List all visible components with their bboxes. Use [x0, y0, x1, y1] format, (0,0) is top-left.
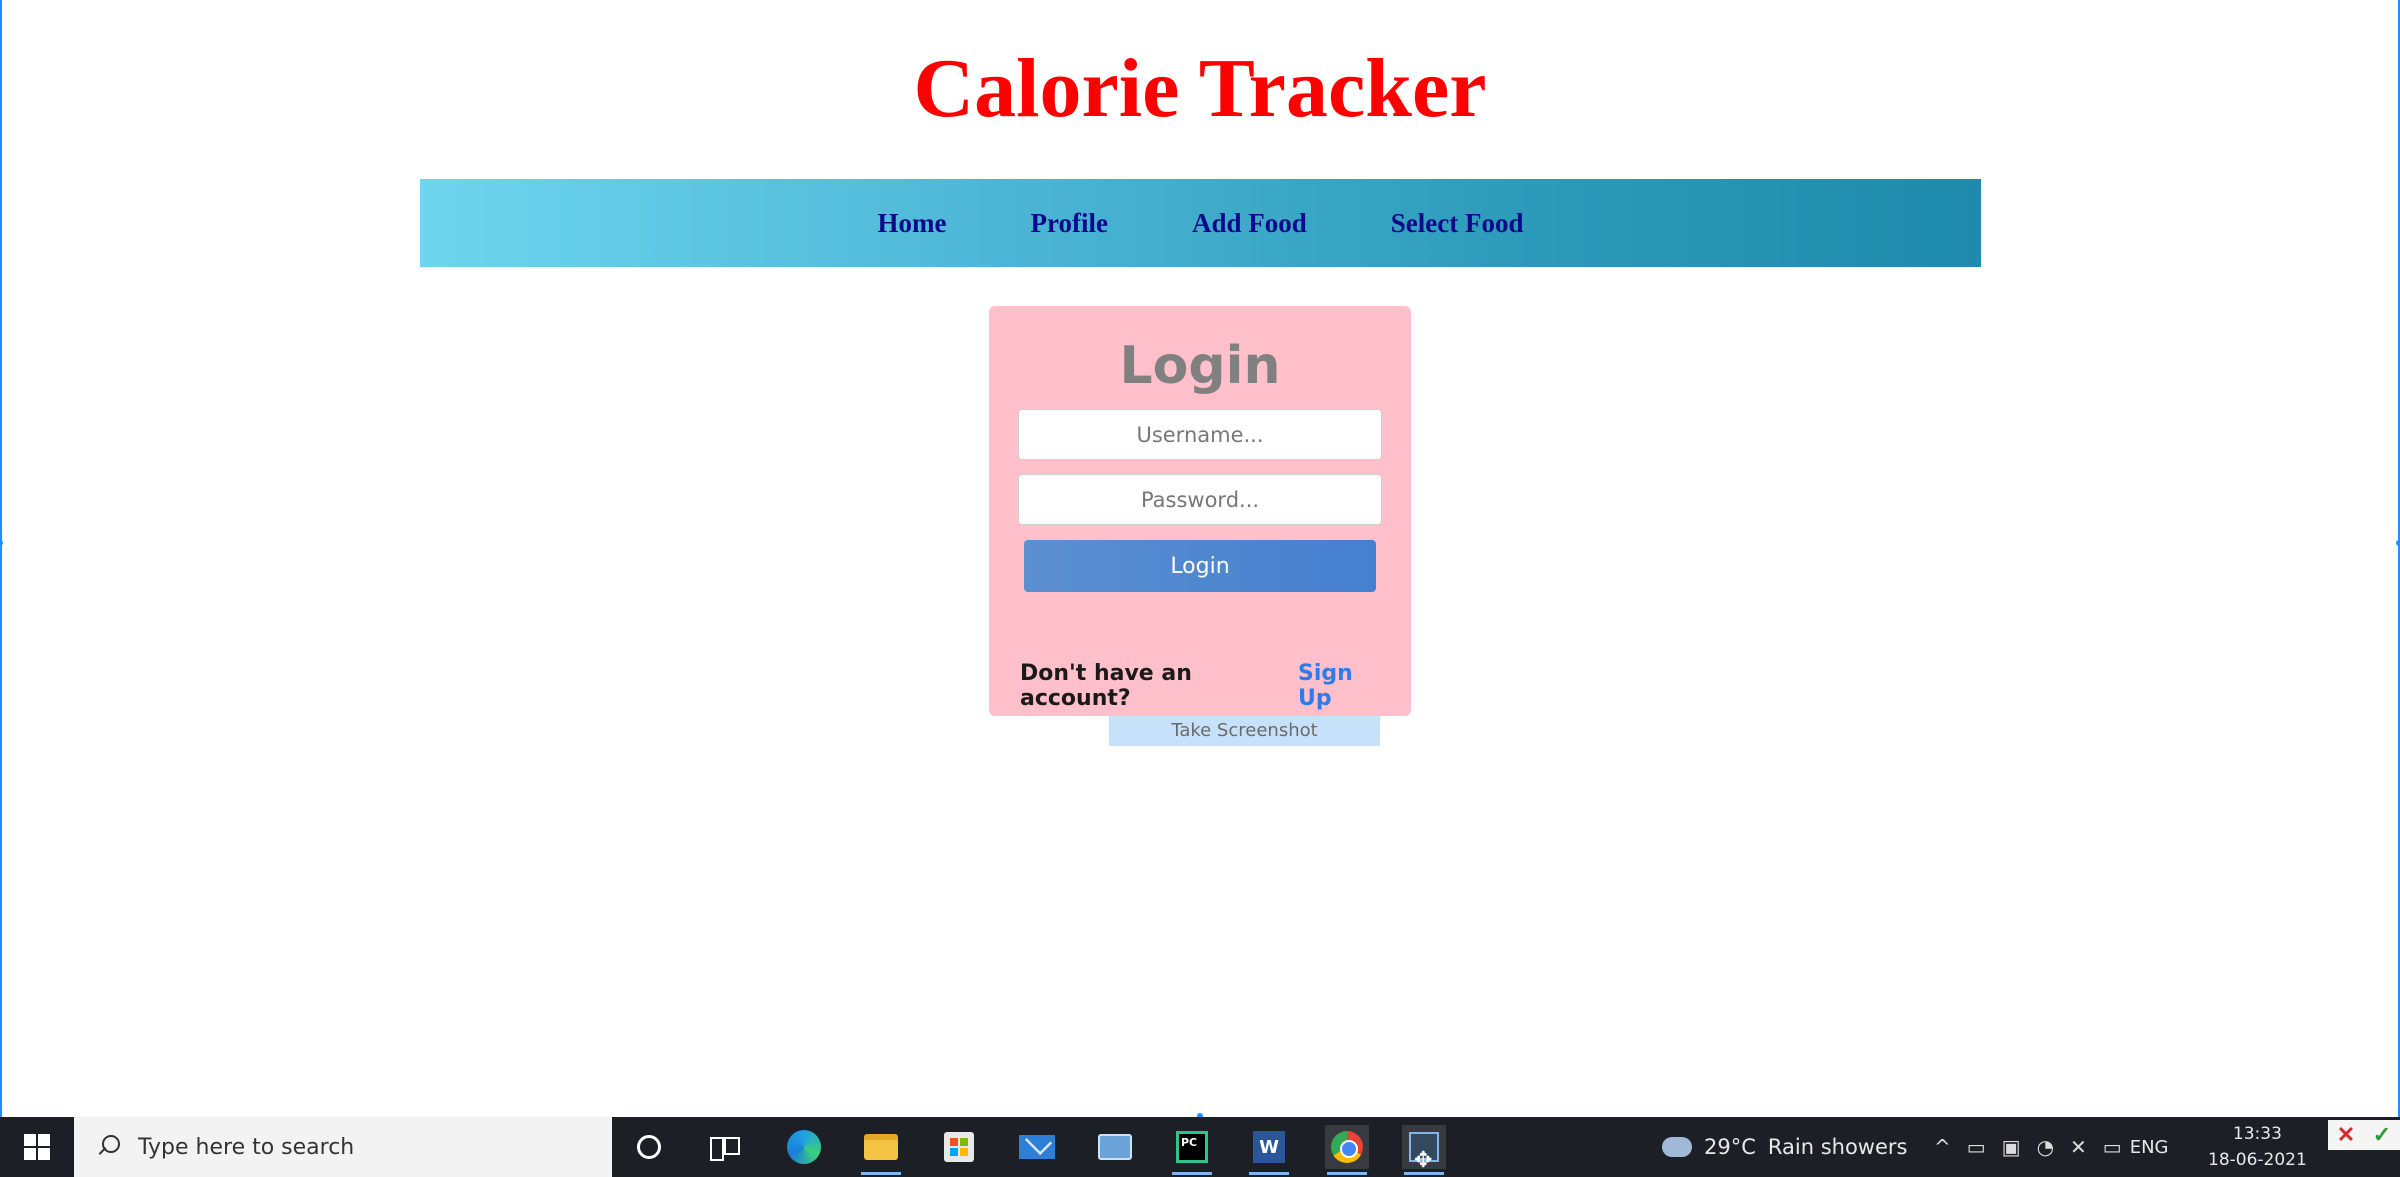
task-view-button[interactable]	[702, 1125, 746, 1169]
signup-prompt: Don't have an account?	[1020, 661, 1192, 711]
weather-temperature: 29°C	[1704, 1135, 1756, 1159]
windows-taskbar: Type here to search PC W 29°C Rain showe…	[0, 1117, 2400, 1177]
task-view-icon	[710, 1135, 740, 1161]
nav-select-food-link[interactable]: Select Food	[1391, 208, 1524, 239]
pycharm-icon: PC	[1176, 1131, 1208, 1163]
file-explorer-button[interactable]	[859, 1125, 903, 1175]
password-input[interactable]	[1018, 474, 1382, 525]
windows-logo-icon	[24, 1134, 50, 1160]
weather-widget[interactable]: 29°C Rain showers	[1662, 1117, 1907, 1177]
login-button[interactable]: Login	[1024, 540, 1376, 592]
signup-link[interactable]: Sign Up	[1298, 661, 1390, 711]
store-icon	[944, 1132, 974, 1162]
notification-app-icon[interactable]: ▣	[2002, 1135, 2021, 1159]
clock-time: 13:33	[2232, 1124, 2282, 1144]
system-tray: ^ ▭ ▣ ◔ ✕ ▭ ENG	[1926, 1117, 2169, 1177]
language-indicator[interactable]: ENG	[2130, 1137, 2169, 1158]
weather-condition: Rain showers	[1767, 1135, 1908, 1159]
edge-button[interactable]	[782, 1125, 826, 1169]
pycharm-button[interactable]: PC	[1170, 1125, 1214, 1175]
main-navbar: Home Profile Add Food Select Food	[420, 179, 1981, 267]
battery-icon[interactable]: ▭	[2103, 1135, 2122, 1159]
confirm-check-icon[interactable]: ✓	[2373, 1122, 2391, 1148]
wifi-icon[interactable]: ◔	[2037, 1135, 2054, 1159]
login-heading: Login	[1119, 336, 1281, 396]
meet-now-icon[interactable]: ▭	[1967, 1135, 1986, 1159]
nav-home-link[interactable]: Home	[878, 208, 947, 239]
signup-row: Don't have an account? Sign Up	[1020, 661, 1390, 711]
edge-icon	[787, 1130, 821, 1164]
search-icon	[96, 1135, 120, 1159]
cancel-x-icon[interactable]: ✕	[2337, 1122, 2355, 1148]
chrome-icon	[1331, 1131, 1363, 1163]
chevron-up-icon[interactable]: ^	[1934, 1135, 1951, 1159]
file-explorer-icon	[864, 1134, 898, 1160]
clock-date: 18-06-2021	[2208, 1150, 2307, 1170]
taskbar-search-box[interactable]: Type here to search	[74, 1117, 612, 1177]
take-screenshot-button[interactable]: Take Screenshot	[1109, 716, 1380, 746]
nav-profile-link[interactable]: Profile	[1030, 208, 1107, 239]
snip-confirm-bar: ✕ ✓	[2328, 1120, 2400, 1150]
cortana-button[interactable]	[627, 1125, 671, 1169]
word-icon: W	[1253, 1131, 1285, 1163]
cloud-rain-icon	[1662, 1137, 1692, 1157]
move-cursor-icon: ✥	[1414, 1147, 1433, 1172]
nav-add-food-link[interactable]: Add Food	[1192, 208, 1307, 239]
start-button[interactable]	[0, 1117, 74, 1177]
selection-handle[interactable]	[2396, 540, 2400, 546]
cortana-icon	[637, 1135, 661, 1159]
speaker-muted-icon[interactable]: ✕	[2070, 1135, 2087, 1159]
clock[interactable]: 13:33 18-06-2021	[2208, 1117, 2307, 1177]
app-title: Calorie Tracker	[913, 42, 1487, 135]
mail-button[interactable]	[1015, 1125, 1059, 1169]
cards-app-button[interactable]	[1093, 1125, 1137, 1169]
word-button[interactable]: W	[1247, 1125, 1291, 1175]
store-button[interactable]	[937, 1125, 981, 1169]
chrome-button[interactable]	[1325, 1125, 1369, 1175]
username-input[interactable]	[1018, 409, 1382, 460]
cards-icon	[1098, 1134, 1132, 1160]
login-card: Login Login Don't have an account? Sign …	[989, 306, 1411, 716]
search-placeholder: Type here to search	[138, 1134, 355, 1160]
mail-icon	[1019, 1135, 1055, 1159]
